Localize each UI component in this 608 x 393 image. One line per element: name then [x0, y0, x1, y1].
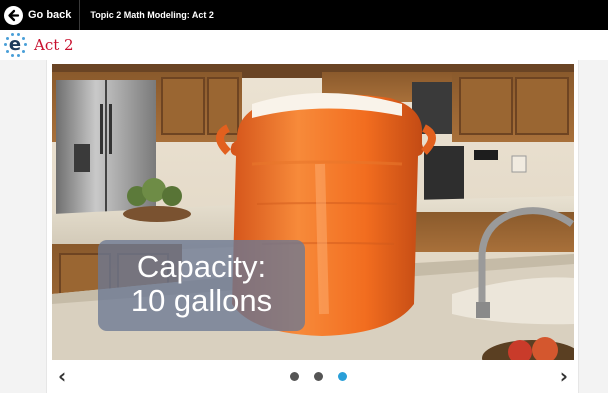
- title-bar: e Act 2: [0, 30, 608, 60]
- top-bar: Go back Topic 2 Math Modeling: Act 2: [0, 0, 608, 30]
- right-side-panel: [578, 60, 608, 393]
- carousel-nav: ‹ ›: [52, 360, 574, 393]
- caption-line-2: 10 gallons: [130, 283, 273, 318]
- back-arrow-icon: [4, 5, 23, 25]
- go-back-button[interactable]: Go back: [0, 0, 79, 30]
- page-title: Act 2: [34, 36, 74, 54]
- e-logo-icon: e: [2, 32, 28, 58]
- topbar-divider: [79, 0, 81, 30]
- carousel-dot-2[interactable]: [314, 372, 323, 381]
- chevron-left-icon[interactable]: ‹: [58, 364, 66, 388]
- carousel-dots: [290, 372, 362, 381]
- carousel-dot-1[interactable]: [290, 372, 299, 381]
- carousel-dot-3[interactable]: [338, 372, 347, 381]
- go-back-label: Go back: [28, 9, 72, 21]
- caption-line-1: Capacity:: [136, 249, 267, 284]
- topic-title: Topic 2 Math Modeling: Act 2: [90, 10, 214, 20]
- left-side-panel: [0, 60, 47, 393]
- capacity-caption: Capacity: 10 gallons: [98, 240, 305, 331]
- slide-image: Capacity: 10 gallons: [52, 64, 574, 360]
- chevron-right-icon[interactable]: ›: [560, 364, 568, 388]
